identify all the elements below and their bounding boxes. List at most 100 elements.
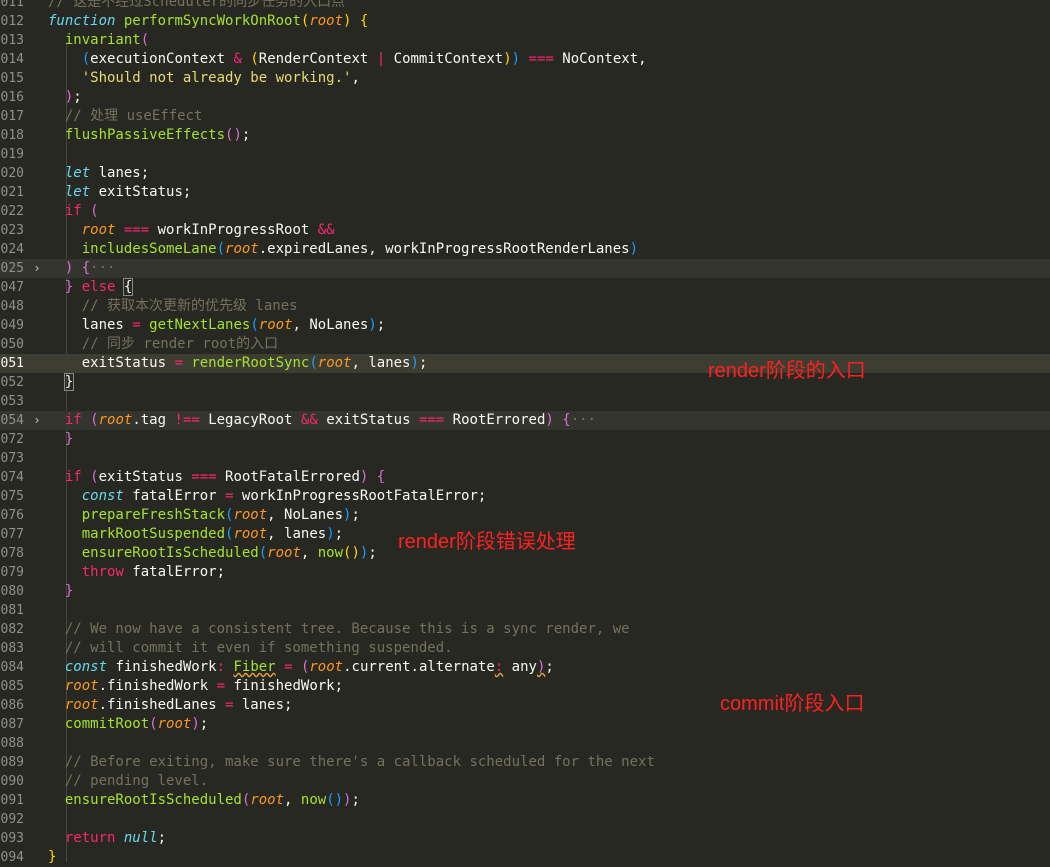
code-token: ( xyxy=(250,317,259,333)
code-line[interactable]: 016 ); xyxy=(0,88,1050,107)
code-line[interactable]: 083 // will commit it even if something … xyxy=(0,639,1050,658)
code-line[interactable]: 076 prepareFreshStack(root, NoLanes); xyxy=(0,506,1050,525)
code-line[interactable]: 017 // 处理 useEffect xyxy=(0,107,1050,126)
code-line[interactable]: 093 return null; xyxy=(0,829,1050,848)
annotation-commit-entry: commit阶段入口 xyxy=(720,693,865,715)
code-line[interactable]: 054 › if (root.tag !== LegacyRoot && exit… xyxy=(0,411,1050,430)
code-line[interactable]: 019 xyxy=(0,145,1050,164)
code-token: () xyxy=(343,545,360,561)
code-line[interactable]: 081 xyxy=(0,601,1050,620)
code-line[interactable]: 048 // 获取本次更新的优先级 lanes xyxy=(0,297,1050,316)
code-line[interactable]: 090 // pending level. xyxy=(0,772,1050,791)
code-line[interactable]: 074 if (exitStatus === RootFatalErrored)… xyxy=(0,468,1050,487)
code-line[interactable]: 072 } xyxy=(0,430,1050,449)
line-number: 052 xyxy=(0,375,24,390)
code-text: } else { xyxy=(48,278,134,297)
fold-chevron-icon[interactable]: › xyxy=(31,259,43,278)
code-token: .finishedWork xyxy=(98,678,217,694)
code-line[interactable]: 091 ensureRootIsScheduled(root, now()); xyxy=(0,791,1050,810)
code-text: root.finishedLanes = lanes; xyxy=(48,696,293,715)
code-token: fatalError; xyxy=(123,564,226,580)
code-line[interactable]: 024 includesSomeLane(root.expiredLanes, … xyxy=(0,240,1050,259)
code-line[interactable]: 050 // 同步 render root的入口 xyxy=(0,335,1050,354)
code-token: root xyxy=(64,697,99,713)
code-line[interactable]: 015 'Should not already be working.', xyxy=(0,69,1050,88)
code-token: : xyxy=(494,659,504,675)
code-token: ( xyxy=(90,203,99,219)
code-line[interactable]: 075 const fatalError = workInProgressRoo… xyxy=(0,487,1050,506)
line-number: 083 xyxy=(0,641,24,656)
code-text: let exitStatus; xyxy=(48,183,191,202)
code-token: () xyxy=(326,792,344,808)
code-line[interactable]: 020 let lanes; xyxy=(0,164,1050,183)
code-token: 'Should not already be working.' xyxy=(81,70,352,86)
code-token: ( xyxy=(250,51,259,67)
code-line[interactable]: 018 flushPassiveEffects(); xyxy=(0,126,1050,145)
code-line[interactable]: 021 let exitStatus; xyxy=(0,183,1050,202)
code-line[interactable]: 089 // Before exiting, make sure there's… xyxy=(0,753,1050,772)
code-line[interactable]: 073 xyxy=(0,449,1050,468)
line-number: 025 xyxy=(0,261,24,276)
code-line[interactable]: 086 root.finishedLanes = lanes; xyxy=(0,696,1050,715)
code-line[interactable]: 025 › ) {··· xyxy=(0,259,1050,278)
code-line[interactable]: 011 // 这是不经过Scheduler的同步任务的入口点 xyxy=(0,0,1050,12)
code-line[interactable]: 087 commitRoot(root); xyxy=(0,715,1050,734)
code-token: function xyxy=(48,13,116,29)
code-text: ); xyxy=(48,88,82,107)
code-line[interactable]: 082 // We now have a consistent tree. Be… xyxy=(0,620,1050,639)
code-token: .finishedLanes xyxy=(98,697,226,713)
line-number: 087 xyxy=(0,717,24,732)
code-token: if xyxy=(64,412,82,428)
line-number: 081 xyxy=(0,603,24,618)
code-token: .expiredLanes, workInProgressRootRenderL… xyxy=(258,241,630,257)
code-token: { xyxy=(359,13,369,29)
line-number: 090 xyxy=(0,774,24,789)
code-line[interactable]: 023 root === workInProgressRoot && xyxy=(0,221,1050,240)
code-line[interactable]: 012 function performSyncWorkOnRoot(root) … xyxy=(0,12,1050,31)
line-number: 078 xyxy=(0,546,24,561)
code-token: ( xyxy=(216,241,226,257)
code-line[interactable]: 085 root.finishedWork = finishedWork; xyxy=(0,677,1050,696)
code-line[interactable]: 052 } xyxy=(0,373,1050,392)
code-line[interactable]: 049 lanes = getNextLanes(root, NoLanes); xyxy=(0,316,1050,335)
line-number: 077 xyxy=(0,527,24,542)
code-editor[interactable]: 011 // 这是不经过Scheduler的同步任务的入口点 012 function… xyxy=(0,0,1050,867)
code-line[interactable]: 022 if ( xyxy=(0,202,1050,221)
code-line[interactable]: 088 xyxy=(0,734,1050,753)
code-token: root xyxy=(267,545,301,561)
line-number: 017 xyxy=(0,109,24,124)
code-token: let xyxy=(64,184,91,200)
code-token: = xyxy=(174,355,183,371)
line-number: 015 xyxy=(0,71,24,86)
code-line[interactable]: 084 const finishedWork: Fiber = (root.cu… xyxy=(0,658,1050,677)
code-token: ( xyxy=(140,32,150,48)
fold-chevron-icon[interactable]: › xyxy=(31,411,43,430)
code-line[interactable]: 079 throw fatalError; xyxy=(0,563,1050,582)
code-token: | xyxy=(376,51,386,67)
code-line[interactable]: 053 xyxy=(0,392,1050,411)
code-line[interactable]: 080 } xyxy=(0,582,1050,601)
code-token: invariant xyxy=(64,32,141,48)
code-token: } xyxy=(48,849,57,865)
code-token: ; xyxy=(351,507,360,523)
code-line[interactable]: 014 (executionContext & (RenderContext |… xyxy=(0,50,1050,69)
code-line[interactable]: 013 invariant( xyxy=(0,31,1050,50)
code-line[interactable]: 092 xyxy=(0,810,1050,829)
code-token: CommitContext xyxy=(385,51,504,67)
line-number: 023 xyxy=(0,223,24,238)
code-line[interactable]: 047 } else { xyxy=(0,278,1050,297)
line-number: 051 xyxy=(0,356,24,371)
code-line[interactable]: 094} xyxy=(0,848,1050,867)
code-line[interactable]: 051 exitStatus = renderRootSync(root, la… xyxy=(0,354,1050,373)
code-text: 'Should not already be working.', xyxy=(48,69,360,88)
line-number: 093 xyxy=(0,831,24,846)
